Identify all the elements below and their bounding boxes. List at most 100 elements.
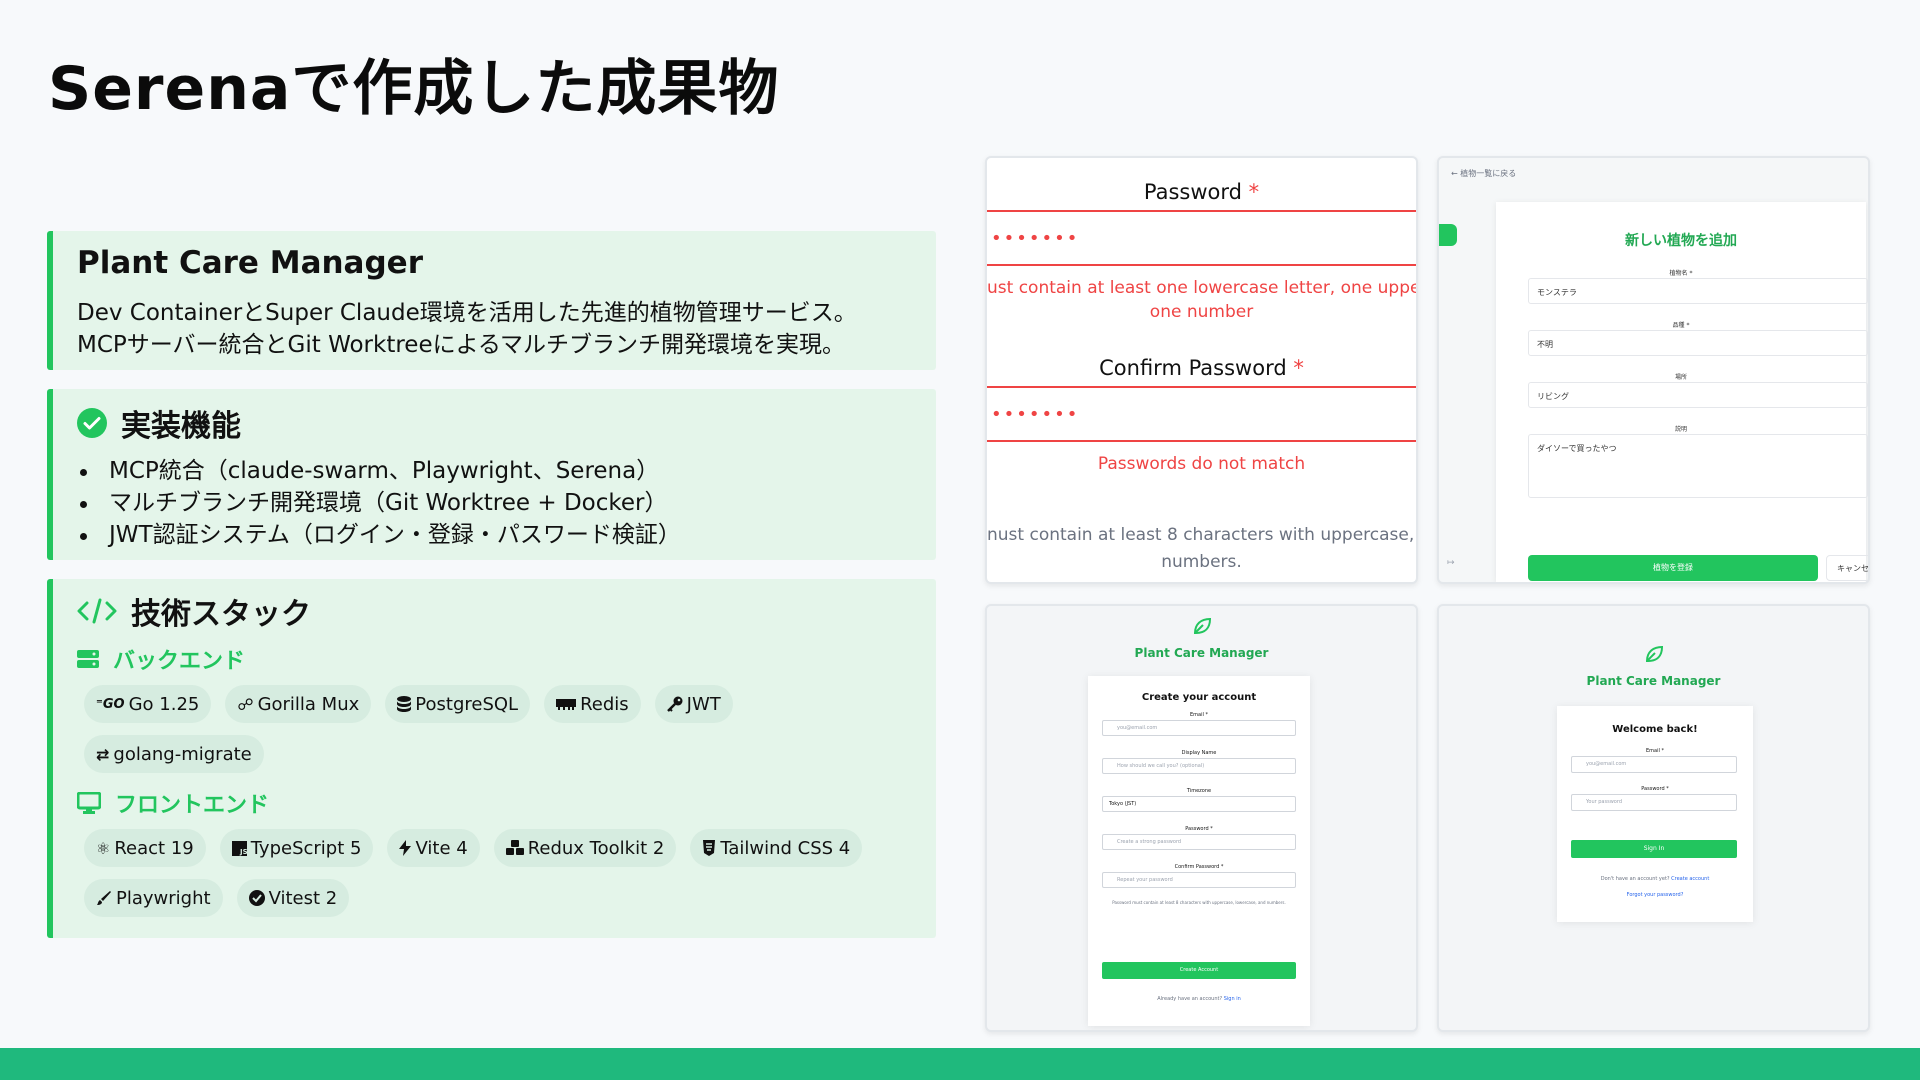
match-error: Passwords do not match <box>1097 454 1306 474</box>
screenshot-login: Plant Care Manager Welcome back! Email *… <box>1437 604 1870 1032</box>
chip-label: PostgreSQL <box>415 693 519 715</box>
chip-jwt: JWT <box>654 685 733 723</box>
chip-react: ⚛ React 19 <box>84 829 206 867</box>
add-plant-panel: 新しい植物を追加 植物名 * モンステラ 品種 * 不明 場所 リビング 説明 … <box>1496 202 1868 582</box>
screenshot-password-validation: Password * ••••••• ust contain at least … <box>985 156 1418 584</box>
signup-prompt: Don't have an account yet? Create accoun… <box>1600 876 1710 882</box>
chip-label: Playwright <box>116 887 211 909</box>
species-input[interactable]: 不明 <box>1528 330 1868 356</box>
chip-label: Vitest 2 <box>268 887 338 909</box>
password-error: ust contain at least one lowercase lette… <box>987 278 1418 298</box>
email-field[interactable]: you@email.com <box>1102 720 1296 736</box>
notes-label: 説明 <box>1674 426 1687 433</box>
chip-playwright: Playwright <box>84 879 223 917</box>
server-icon <box>77 649 99 669</box>
chip-label: Redux Toolkit 2 <box>527 837 665 859</box>
password-label: Password * <box>1641 786 1669 792</box>
arrows-icon: ⇄ <box>96 744 110 764</box>
stack-card: 技術スタック バックエンド ⁼GO Go 1.25 ☍ Gorilla Mux Po… <box>47 579 936 938</box>
timezone-select[interactable]: Tokyo (JST) <box>1102 796 1296 812</box>
name-label: 植物名 * <box>1669 270 1693 277</box>
js-icon: JS <box>231 840 247 856</box>
display-name-field[interactable]: How should we call you? (optional) <box>1102 758 1296 774</box>
backend-heading-text: バックエンド <box>113 649 246 674</box>
chip-vitest: Vitest 2 <box>236 879 350 917</box>
code-icon <box>77 596 117 626</box>
chip-label: Vite 4 <box>415 837 468 859</box>
password-error-2: one number <box>1149 302 1254 322</box>
back-link[interactable]: ← 植物一覧に戻る <box>1451 168 1516 179</box>
chip-vite: Vite 4 <box>387 829 480 867</box>
frontend-heading: フロントエンド <box>77 787 936 819</box>
notes-textarea[interactable]: ダイソーで買ったやつ <box>1528 434 1868 498</box>
login-card: Welcome back! Email * you@email.com Pass… <box>1557 706 1753 922</box>
signin-link[interactable]: Sign in <box>1224 996 1241 1002</box>
chip-label: TypeScript 5 <box>250 837 362 859</box>
email-field[interactable]: you@email.com <box>1571 756 1737 773</box>
confirm-password-field[interactable]: Repeat your password <box>1102 872 1296 888</box>
sign-in-button[interactable]: Sign In <box>1571 840 1737 858</box>
leaf-icon <box>987 616 1416 640</box>
password-hint: nust contain at least 8 characters with … <box>987 525 1418 545</box>
create-account-button[interactable]: Create Account <box>1102 962 1296 979</box>
register-plant-button[interactable]: 植物を登録 <box>1528 555 1818 581</box>
bolt-icon <box>399 840 412 856</box>
confirm-password-field[interactable]: ••••••• <box>987 386 1416 442</box>
brand-name: Plant Care Manager <box>1586 674 1721 688</box>
create-account-link[interactable]: Create account <box>1671 876 1709 882</box>
chip-label: golang-migrate <box>113 743 252 765</box>
password-field[interactable]: Create a strong password <box>1102 834 1296 850</box>
chip-label: React 19 <box>114 837 194 859</box>
chip-label: JWT <box>686 693 721 715</box>
features-card: 実装機能 MCP統合（claude-swarm、Playwright、Seren… <box>47 389 936 560</box>
place-input[interactable]: リビング <box>1528 382 1868 408</box>
routing-icon: ☍ <box>237 694 254 714</box>
chip-label: Gorilla Mux <box>257 693 360 715</box>
password-label: Password * <box>1143 180 1260 204</box>
list-item: JWT認証システム（ログイン・登録・パスワード検証） <box>77 519 936 551</box>
frontend-chips: ⚛ React 19 JS TypeScript 5 Vite 4 Redux To… <box>84 829 904 917</box>
signin-prompt: Already have an account? Sign in <box>1157 996 1241 1002</box>
stack-heading: 技術スタック <box>77 589 936 633</box>
list-item: MCP統合（claude-swarm、Playwright、Serena） <box>77 455 936 487</box>
frontend-heading-text: フロントエンド <box>115 793 270 818</box>
chip-go: ⁼GO Go 1.25 <box>84 685 212 723</box>
features-heading-text: 実装機能 <box>121 409 241 444</box>
password-hint-2: numbers. <box>1161 552 1242 572</box>
brand-name: Plant Care Manager <box>1134 646 1269 660</box>
key-icon <box>666 696 683 712</box>
name-input[interactable]: モンステラ <box>1528 278 1868 304</box>
chip-redux: Redux Toolkit 2 <box>493 829 677 867</box>
add-plant-title: 新しい植物を追加 <box>1625 233 1737 249</box>
project-card: Plant Care Manager Dev ContainerとSuper C… <box>47 231 936 370</box>
timezone-label: Timezone <box>1186 788 1212 794</box>
password-note: Password must contain at least 8 charact… <box>1112 900 1286 905</box>
password-field[interactable]: ••••••• <box>987 210 1416 266</box>
password-label: Password * <box>1185 826 1213 832</box>
display-name-label: Display Name <box>1181 750 1217 756</box>
register-card: Create your account Email * you@email.co… <box>1088 676 1310 1026</box>
forgot-password-link[interactable]: Forgot your password? <box>1557 892 1753 898</box>
logout-icon[interactable]: ↦ <box>1447 558 1455 568</box>
check-circle-icon <box>248 890 265 906</box>
database-icon <box>397 696 412 712</box>
page-title: Serenaで作成した成果物 <box>48 54 780 124</box>
monitor-icon <box>77 792 101 814</box>
project-description-line2: MCPサーバー統合とGit Worktreeによるマルチブランチ開発環境を実現。 <box>77 332 845 358</box>
list-item: マルチブランチ開発環境（Git Worktree + Docker） <box>77 487 936 519</box>
chip-label: Go 1.25 <box>128 693 200 715</box>
memory-icon <box>556 698 577 710</box>
chip-label: Tailwind CSS 4 <box>720 837 851 859</box>
project-description-line1: Dev ContainerとSuper Claude環境を活用した先進的植物管理… <box>77 300 857 326</box>
email-label: Email * <box>1646 748 1664 754</box>
leaf-icon <box>1439 644 1868 668</box>
sidebar-tab[interactable] <box>1439 224 1457 246</box>
cancel-button[interactable]: キャンセ <box>1826 555 1868 581</box>
cubes-icon <box>505 840 524 856</box>
chip-golang-migrate: ⇄ golang-migrate <box>84 735 264 773</box>
password-field[interactable]: Your password <box>1571 794 1737 811</box>
chip-redis: Redis <box>544 685 641 723</box>
register-title: Create your account <box>1141 692 1257 703</box>
backend-chips: ⁼GO Go 1.25 ☍ Gorilla Mux PostgreSQL Redis… <box>84 685 904 773</box>
brush-icon <box>96 890 112 906</box>
